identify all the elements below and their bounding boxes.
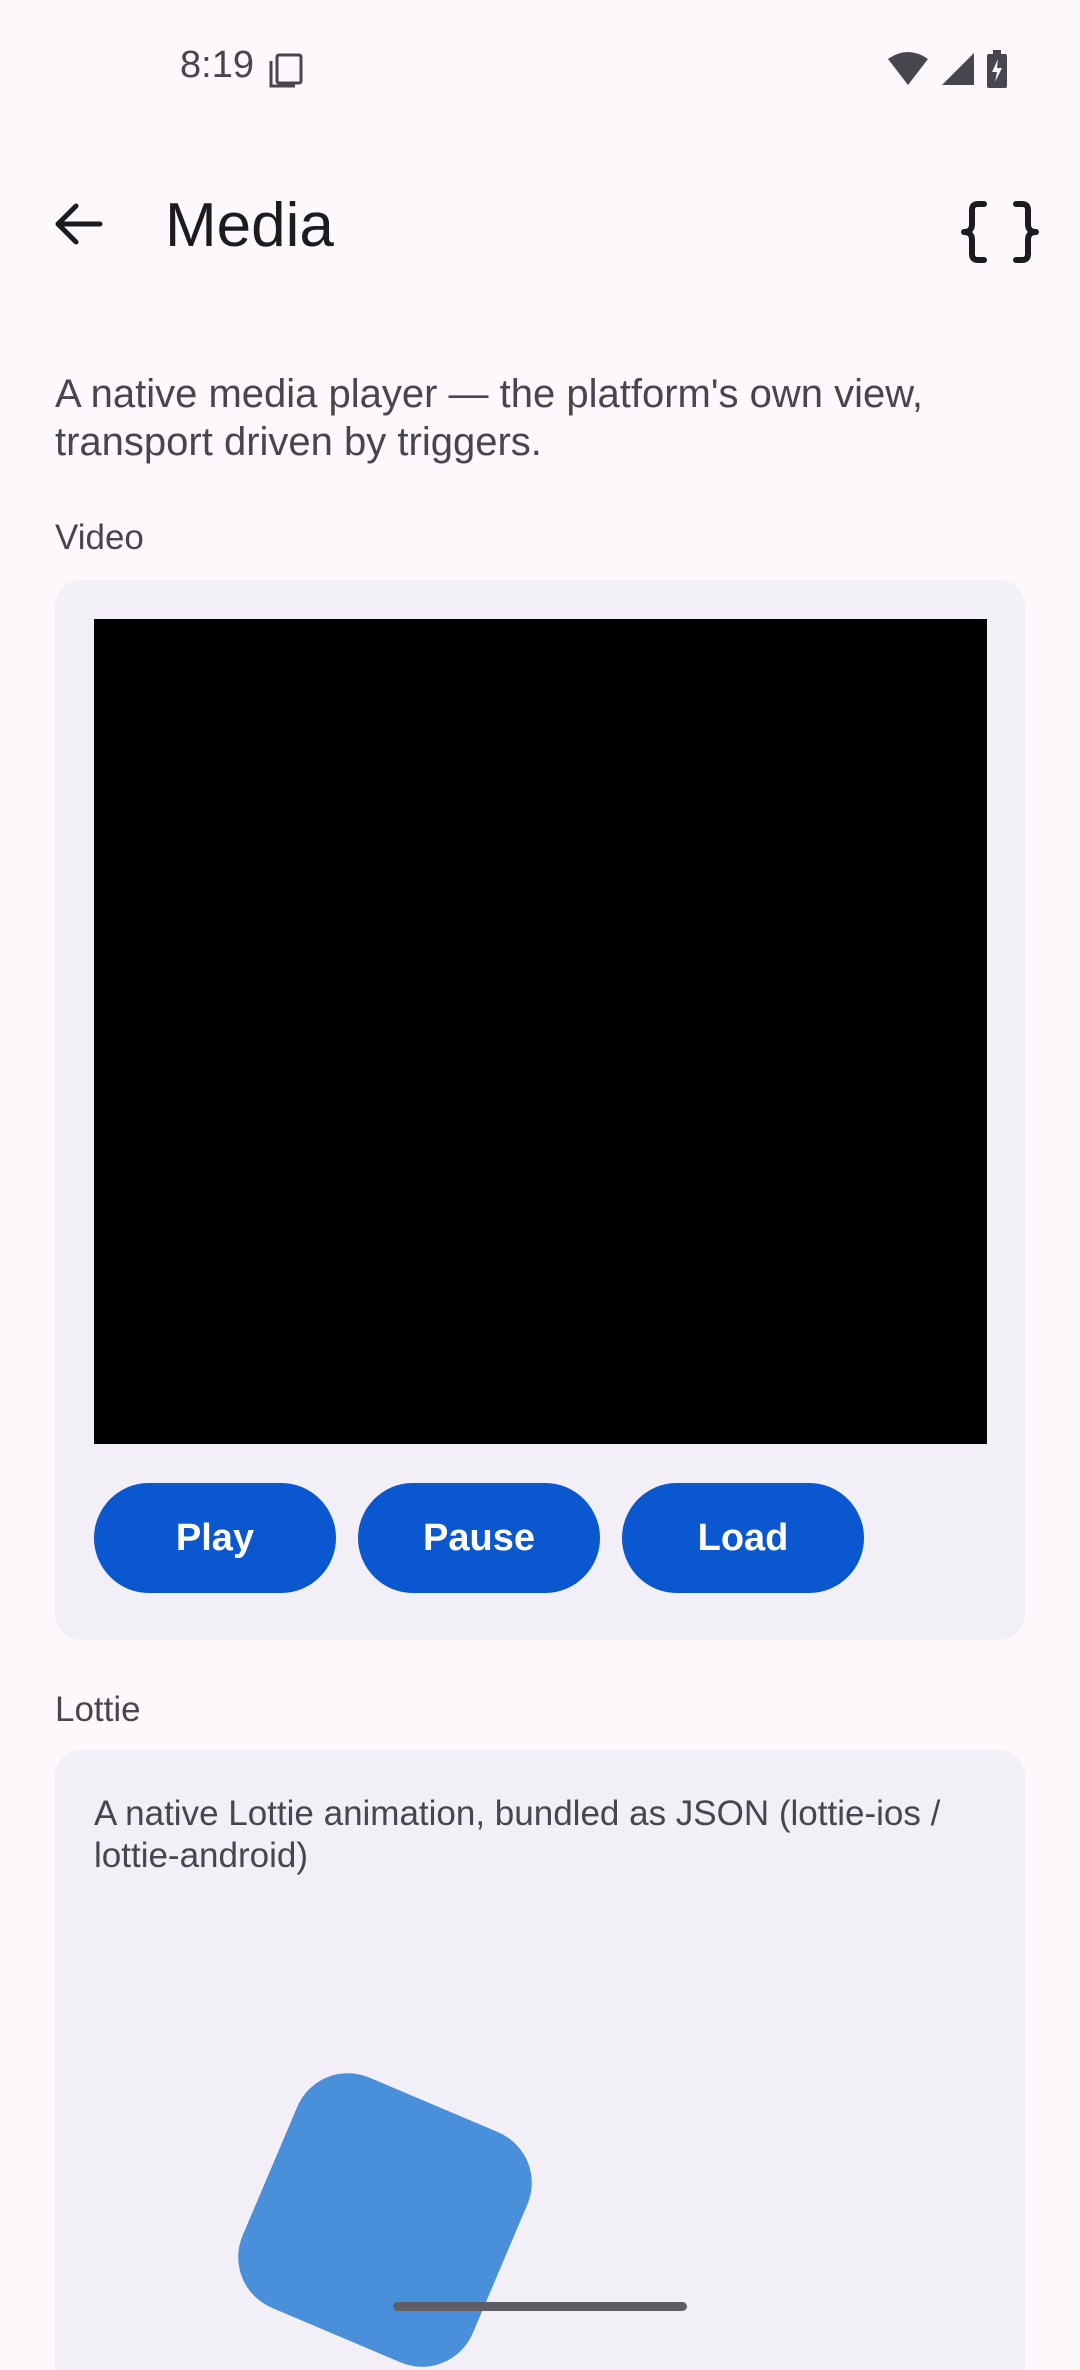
lottie-animation	[235, 2030, 595, 2370]
cellular-signal-icon	[940, 51, 976, 92]
load-button[interactable]: Load	[622, 1483, 864, 1593]
play-button[interactable]: Play	[94, 1483, 336, 1593]
lottie-card: A native Lottie animation, bundled as JS…	[55, 1750, 1025, 2370]
video-card: Play Pause Load	[55, 580, 1025, 1640]
pause-button[interactable]: Pause	[358, 1483, 600, 1593]
lottie-section-label: Lottie	[55, 1690, 141, 1729]
status-bar: 8:19	[0, 0, 1080, 140]
video-section-label: Video	[55, 518, 144, 557]
gesture-nav-handle[interactable]	[393, 2302, 687, 2311]
status-time: 8:19	[180, 44, 254, 86]
sim-card-icon	[268, 52, 304, 93]
page-description: A native media player — the platform's o…	[55, 372, 924, 464]
transport-controls: Play Pause Load	[94, 1483, 864, 1593]
wifi-icon	[886, 51, 930, 92]
top-app-bar: Media	[0, 170, 1080, 290]
arrow-back-icon	[52, 202, 104, 251]
video-player[interactable]	[94, 619, 987, 1444]
back-button[interactable]	[36, 184, 120, 268]
page-title: Media	[165, 191, 334, 260]
lottie-description: A native Lottie animation, bundled as JS…	[94, 1794, 941, 1875]
battery-charging-icon	[986, 50, 1008, 93]
braces-code-icon	[960, 200, 1040, 269]
view-source-button[interactable]	[950, 184, 1050, 284]
